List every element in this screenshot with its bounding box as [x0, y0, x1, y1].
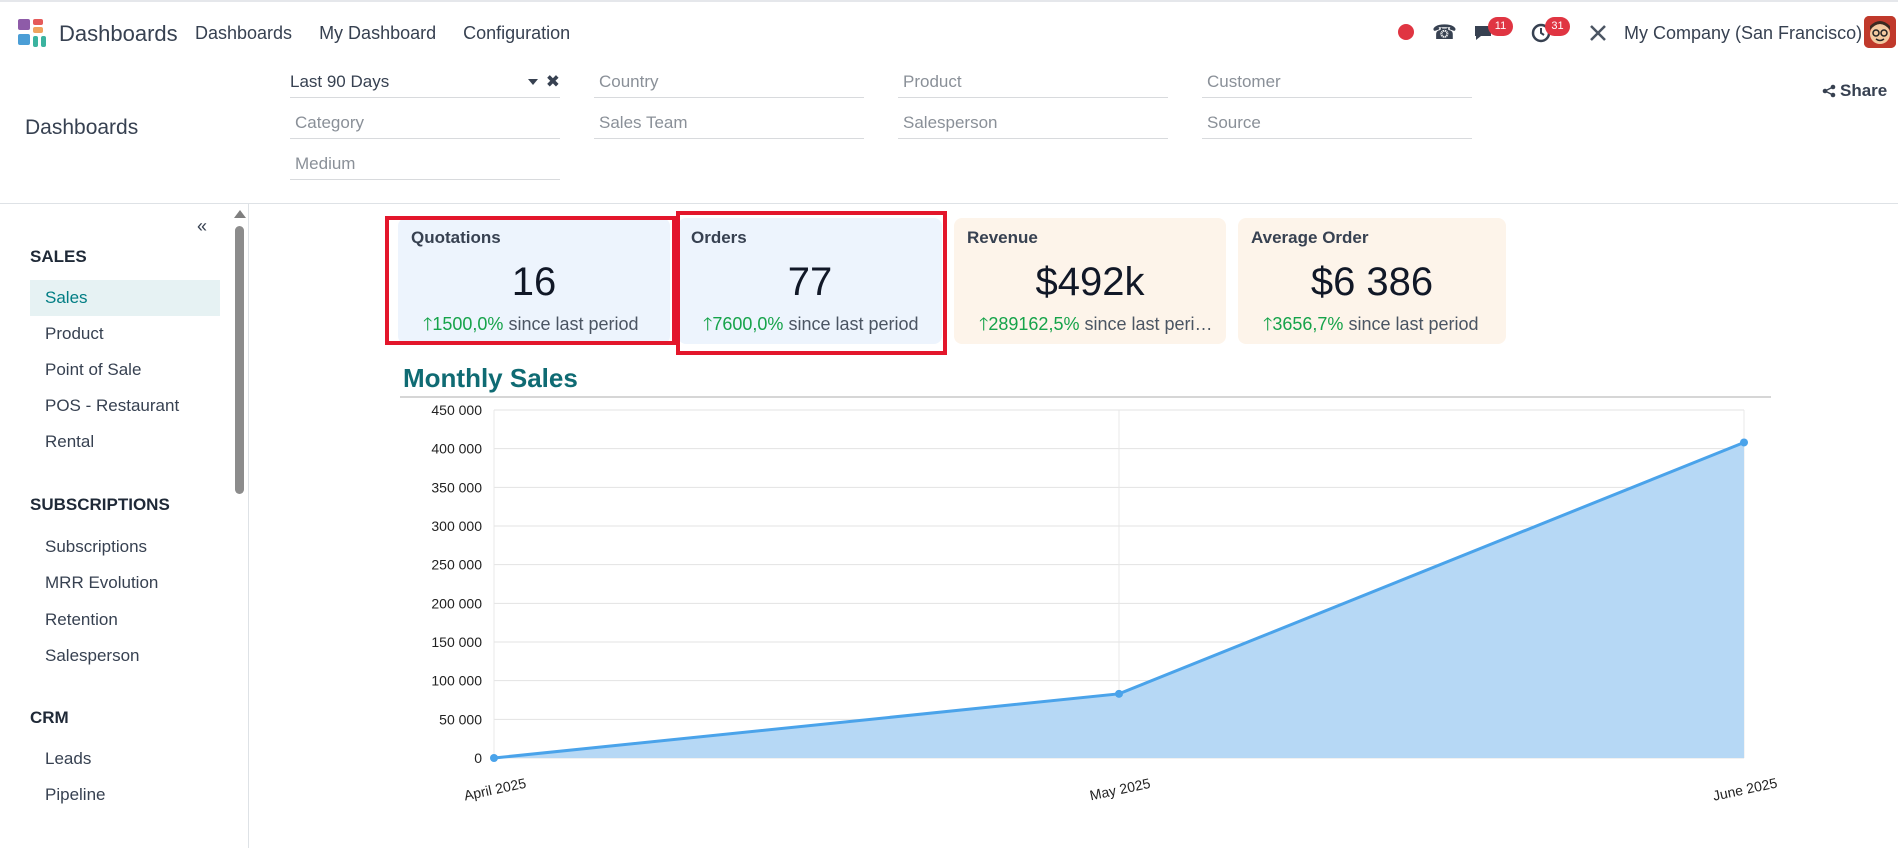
- collapse-sidebar-icon[interactable]: «: [197, 216, 207, 237]
- sidebar-item-mrr-evolution[interactable]: MRR Evolution: [30, 565, 220, 601]
- page-title: Dashboards: [25, 116, 139, 139]
- y-tick-label: 300 000: [431, 518, 482, 534]
- kpi-value: $6 386: [1310, 260, 1434, 304]
- highlight-box: [676, 211, 947, 355]
- section-subscriptions: SUBSCRIPTIONS: [30, 495, 170, 514]
- period-filter-value: Last 90 Days: [290, 72, 390, 91]
- sidebar-item-salesperson[interactable]: Salesperson: [30, 638, 220, 674]
- sidebar-item-point-of-sale[interactable]: Point of Sale: [30, 352, 220, 388]
- sidebar-item-subscriptions[interactable]: Subscriptions: [30, 529, 220, 565]
- top-navbar: Dashboards Dashboards My Dashboard Confi…: [0, 0, 1898, 62]
- kpi-title: Revenue: [967, 228, 1038, 247]
- sidebar-item-leads[interactable]: Leads: [30, 741, 220, 777]
- main-menu: Dashboards My Dashboard Configuration: [195, 23, 570, 44]
- scroll-up-icon[interactable]: [234, 210, 246, 218]
- y-tick-label: 400 000: [431, 441, 482, 457]
- tools-icon[interactable]: [1587, 22, 1609, 44]
- activities-badge: 31: [1545, 17, 1570, 36]
- highlight-box: [385, 216, 676, 345]
- phone-icon[interactable]: ☎: [1432, 22, 1457, 44]
- messages-badge: 11: [1488, 17, 1513, 36]
- y-tick-label: 150 000: [431, 634, 482, 650]
- period-filter[interactable]: Last 90 Days ✖: [290, 68, 560, 98]
- share-label: Share: [1840, 81, 1888, 100]
- y-tick-label: 0: [474, 750, 482, 766]
- sales-team-filter[interactable]: Sales Team: [594, 109, 864, 139]
- source-filter[interactable]: Source: [1202, 109, 1472, 139]
- menu-my-dashboard[interactable]: My Dashboard: [319, 23, 436, 44]
- dashboards-sidebar: « SALES Sales Product Point of Sale POS …: [0, 204, 249, 848]
- kpi-trend-value: 289162,5%: [988, 314, 1080, 334]
- up-arrow-icon: 🡑: [1263, 314, 1273, 334]
- kpi-title: Average Order: [1251, 228, 1369, 247]
- app-brand[interactable]: Dashboards: [59, 21, 178, 47]
- x-tick-label: May 2025: [1088, 775, 1152, 803]
- category-filter[interactable]: Category: [290, 109, 560, 139]
- data-point: [1740, 438, 1748, 447]
- kpi-average-order[interactable]: Average Order $6 386 🡑3656,7% since last…: [1238, 218, 1506, 344]
- sidebar-item-product[interactable]: Product: [30, 316, 220, 352]
- section-sales: SALES: [30, 247, 87, 266]
- up-arrow-icon: 🡑: [979, 314, 989, 334]
- product-filter[interactable]: Product: [898, 68, 1168, 98]
- monthly-sales-chart: 0 50 000 100 000 150 000 200 000 250 000 300 0…: [431, 402, 1778, 804]
- recording-dot-icon[interactable]: [1398, 24, 1414, 40]
- y-tick-label: 350 000: [431, 479, 482, 495]
- menu-dashboards[interactable]: Dashboards: [195, 23, 292, 44]
- y-tick-label: 200 000: [431, 595, 482, 611]
- data-point: [490, 754, 498, 762]
- sidebar-item-pipeline[interactable]: Pipeline: [30, 777, 220, 813]
- share-button[interactable]: Share: [1822, 81, 1887, 101]
- sidebar-item-pos-restaurant[interactable]: POS - Restaurant: [30, 388, 220, 424]
- kpi-revenue[interactable]: Revenue $492k 🡑289162,5% since last peri…: [954, 218, 1226, 344]
- x-tick-label: April 2025: [462, 775, 527, 804]
- company-switcher[interactable]: My Company (San Francisco): [1624, 23, 1862, 44]
- chart-title: Monthly Sales: [403, 363, 578, 393]
- y-tick-label: 50 000: [439, 711, 482, 727]
- apps-menu-icon[interactable]: [18, 19, 48, 47]
- kpi-trend-value: 3656,7%: [1272, 314, 1344, 334]
- share-icon: [1822, 84, 1836, 98]
- chevron-down-icon[interactable]: [528, 79, 538, 85]
- x-tick-label: June 2025: [1711, 774, 1778, 803]
- section-crm: CRM: [30, 708, 69, 727]
- kpi-trend-suffix: since last period: [1079, 314, 1214, 334]
- menu-configuration[interactable]: Configuration: [463, 23, 570, 44]
- customer-filter[interactable]: Customer: [1202, 68, 1472, 98]
- sidebar-scrollbar[interactable]: [235, 226, 244, 494]
- y-tick-label: 100 000: [431, 673, 482, 689]
- data-point: [1115, 689, 1123, 698]
- medium-filter[interactable]: Medium: [290, 150, 560, 180]
- user-avatar[interactable]: [1864, 16, 1896, 48]
- salesperson-filter[interactable]: Salesperson: [898, 109, 1168, 139]
- country-filter[interactable]: Country: [594, 68, 864, 98]
- kpi-trend: 🡑3656,7% since last period: [1263, 312, 1494, 342]
- chart-divider: [400, 396, 1771, 398]
- sidebar-item-sales[interactable]: Sales: [30, 280, 220, 316]
- kpi-trend-suffix: since last period: [1343, 314, 1479, 334]
- sidebar-item-rental[interactable]: Rental: [30, 424, 220, 460]
- clear-filter-icon[interactable]: ✖: [546, 68, 560, 96]
- y-tick-label: 450 000: [431, 402, 482, 418]
- kpi-trend: 🡑289162,5% since last period: [979, 312, 1214, 342]
- control-panel: Dashboards Last 90 Days ✖ Country Produc…: [0, 62, 1898, 204]
- kpi-value: $492k: [1035, 260, 1145, 304]
- y-tick-label: 250 000: [431, 557, 482, 573]
- sidebar-item-retention[interactable]: Retention: [30, 602, 220, 638]
